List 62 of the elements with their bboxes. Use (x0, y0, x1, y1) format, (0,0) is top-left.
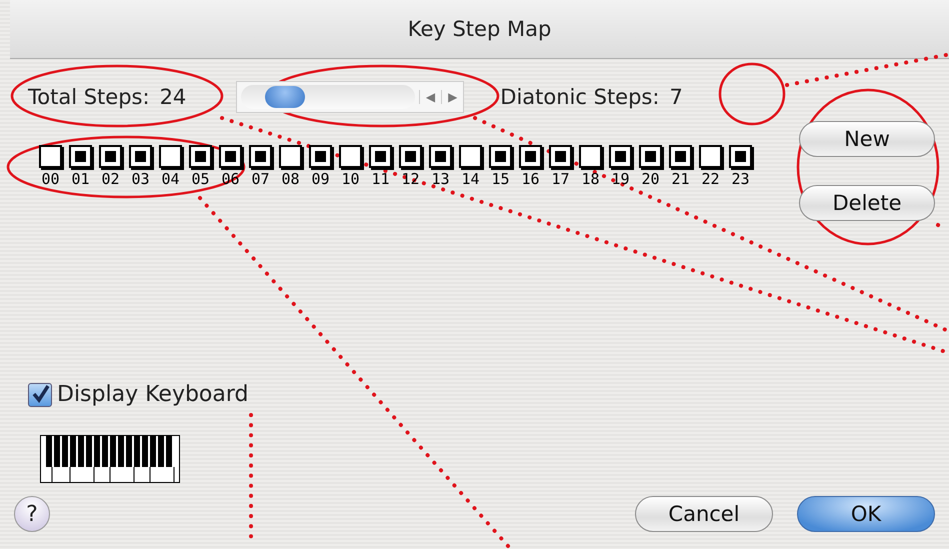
step-checkbox[interactable] (699, 145, 722, 168)
step-checkbox[interactable] (639, 145, 662, 168)
step-number: 22 (701, 170, 720, 188)
step-checkbox[interactable] (189, 145, 212, 168)
step-number: 01 (71, 170, 90, 188)
step-number: 08 (281, 170, 300, 188)
step-checkbox[interactable] (129, 145, 152, 168)
step-checkbox[interactable] (489, 145, 512, 168)
dialog-button[interactable]: Cancel (635, 496, 773, 532)
step-number: 21 (671, 170, 690, 188)
step-checkbox[interactable] (579, 145, 602, 168)
step-number: 17 (551, 170, 570, 188)
step-number: 05 (191, 170, 210, 188)
diatonic-steps-value: 7 (669, 85, 683, 109)
step-number: 15 (491, 170, 510, 188)
step-checkbox[interactable] (369, 145, 392, 168)
step-checkbox[interactable] (399, 145, 422, 168)
dialog-button[interactable]: Delete (799, 185, 935, 221)
step-number: 12 (401, 170, 420, 188)
step-number: 13 (431, 170, 450, 188)
step-checkbox[interactable] (669, 145, 692, 168)
step-checkbox[interactable] (339, 145, 362, 168)
step-number: 07 (251, 170, 270, 188)
step-checkbox[interactable] (519, 145, 542, 168)
step-number: 11 (371, 170, 390, 188)
step-checkbox[interactable] (39, 145, 62, 168)
step-number: 20 (641, 170, 660, 188)
step-checkbox[interactable] (459, 145, 482, 168)
diatonic-steps-label: Diatonic Steps: (500, 85, 660, 109)
dialog-button[interactable]: OK (797, 496, 935, 532)
step-number: 19 (611, 170, 630, 188)
step-checkbox[interactable] (69, 145, 92, 168)
annotation-ellipse (718, 62, 786, 126)
step-number: 00 (41, 170, 60, 188)
checkbox[interactable] (28, 382, 52, 406)
step-scroller[interactable]: ◀ ▶ (236, 81, 464, 113)
step-number: 03 (131, 170, 150, 188)
step-number: 16 (521, 170, 540, 188)
step-checkbox[interactable] (99, 145, 122, 168)
step-checkbox[interactable] (609, 145, 632, 168)
step-checkbox[interactable] (549, 145, 572, 168)
keyboard-icon (40, 435, 180, 483)
dialog-button[interactable]: New (799, 121, 935, 157)
step-number: 18 (581, 170, 600, 188)
step-number: 14 (461, 170, 480, 188)
total-steps-label: Total Steps: (28, 85, 150, 109)
step-checkbox[interactable] (429, 145, 452, 168)
step-number: 04 (161, 170, 180, 188)
display-keyboard-label: Display Keyboard (57, 382, 249, 407)
step-checkbox[interactable] (729, 145, 752, 168)
step-checkbox[interactable] (309, 145, 332, 168)
total-steps-value: 24 (160, 85, 186, 109)
step-checkbox[interactable] (159, 145, 182, 168)
window-title: Key Step Map (408, 17, 552, 41)
step-number: 09 (311, 170, 330, 188)
step-number: 10 (341, 170, 360, 188)
help-button[interactable]: ? (14, 496, 50, 532)
step-number: 02 (101, 170, 120, 188)
step-checkbox[interactable] (249, 145, 272, 168)
step-checkbox[interactable] (279, 145, 302, 168)
step-checkbox[interactable] (219, 145, 242, 168)
step-number: 23 (731, 170, 750, 188)
